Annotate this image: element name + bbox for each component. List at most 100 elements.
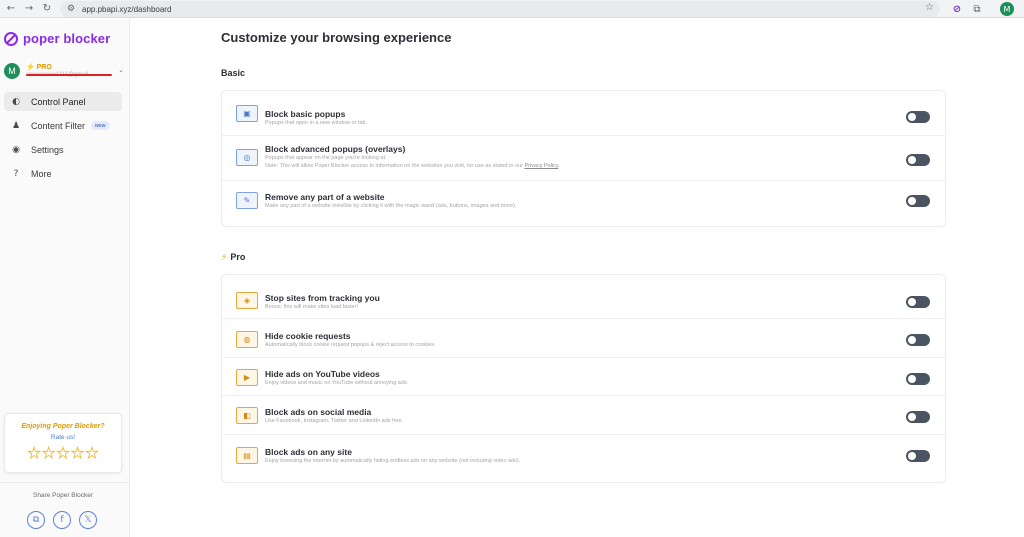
url-text[interactable]: app.pbapi.xyz/dashboard — [82, 5, 171, 14]
email-redaction-mark — [26, 74, 112, 76]
sidebar-item-content-filter[interactable]: ♟ Content Filter NEW — [4, 116, 122, 135]
setting-description: Make any part of a website invisible by … — [265, 203, 517, 209]
stop-tracking-toggle[interactable] — [906, 296, 930, 308]
toggle-icon: ◐ — [12, 96, 20, 107]
hide-youtube-ads-toggle[interactable] — [906, 373, 930, 385]
sidebar-menu: ◐ Control Panel ♟ Content Filter NEW ◉ S… — [4, 92, 122, 188]
extensions-puzzle-icon[interactable]: ⧉ — [970, 2, 984, 16]
setting-row-advanced-popups: ◎ Block advanced popups (overlays) Popup… — [222, 136, 945, 181]
rate-card-title: Enjoying Poper Blocker? — [21, 423, 105, 430]
popup-window-icon: ▣ — [236, 105, 258, 122]
note-suffix: . — [558, 163, 560, 169]
setting-row-tracking: ◈ Stop sites from tracking you Bonus: th… — [222, 275, 945, 319]
divider — [0, 482, 129, 483]
chevron-down-icon[interactable]: ⌄ — [118, 66, 124, 74]
star-icon[interactable]: ★ — [27, 445, 41, 462]
setting-description: Popups that open in a new window or tab. — [265, 120, 368, 126]
setting-description: Bonus: this will make sites load faster! — [265, 304, 358, 310]
basic-settings-card: ▣ Block basic popups Popups that open in… — [221, 90, 946, 227]
star-icon[interactable]: ★ — [41, 445, 55, 462]
sidebar-item-label: Settings — [31, 144, 64, 155]
block-ads-any-site-toggle[interactable] — [906, 450, 930, 462]
setting-title: Stop sites from tracking you — [265, 293, 380, 303]
section-heading-basic: Basic — [221, 68, 246, 78]
forward-arrow-icon[interactable]: → — [20, 0, 38, 18]
copy-link-icon[interactable]: ⧉ — [27, 511, 45, 529]
browser-ads-icon: ▤ — [236, 447, 258, 464]
plan-badge: ⚡ PRO — [26, 64, 52, 71]
address-bar[interactable]: ⚙ app.pbapi.xyz/dashboard ☆ — [60, 1, 940, 17]
setting-title: Block advanced popups (overlays) — [265, 144, 406, 154]
account-switcher[interactable]: M ⚡ PRO xxxxxxxxxx1111@gmail ⌄ — [4, 63, 124, 81]
setting-row-youtube: ▶ Hide ads on YouTube videos Enjoy video… — [222, 358, 945, 396]
share-buttons: ⧉ f 𝕏 — [27, 511, 105, 529]
share-label: Share Poper Blocker — [33, 492, 93, 499]
star-icon[interactable]: ★ — [56, 445, 70, 462]
block-basic-popups-toggle[interactable] — [906, 111, 930, 123]
block-social-ads-toggle[interactable] — [906, 411, 930, 423]
setting-title: Block ads on any site — [265, 447, 352, 457]
sidebar-item-control-panel[interactable]: ◐ Control Panel — [4, 92, 122, 111]
sidebar: poper blocker M ⚡ PRO xxxxxxxxxx1111@gma… — [0, 19, 130, 537]
setting-row-basic-popups: ▣ Block basic popups Popups that open in… — [222, 91, 945, 136]
section-heading-pro: ⚡ Pro — [221, 252, 245, 263]
setting-title: Hide ads on YouTube videos — [265, 369, 380, 379]
privacy-policy-link[interactable]: Privacy Policy — [524, 163, 558, 169]
setting-title: Block basic popups — [265, 109, 346, 119]
setting-title: Block ads on social media — [265, 407, 372, 417]
setting-description: Enjoy videos and music on YouTube withou… — [265, 380, 409, 386]
remove-part-of-website-toggle[interactable] — [906, 195, 930, 207]
setting-note: Note: This will allow Poper Blocker acce… — [265, 163, 560, 169]
setting-row-cookies: ◍ Hide cookie requests Automatically blo… — [222, 319, 945, 358]
help-circle-icon: ? — [13, 168, 19, 179]
account-avatar: M — [4, 63, 20, 79]
facebook-icon[interactable]: f — [53, 511, 71, 529]
main-content: Customize your browsing experience Basic… — [131, 19, 1024, 537]
page-title: Customize your browsing experience — [221, 30, 452, 45]
rate-us-link[interactable]: Rate us! — [5, 434, 121, 441]
poper-blocker-logo-icon — [4, 31, 18, 46]
social-media-icon: ◧ — [236, 407, 258, 424]
setting-title: Hide cookie requests — [265, 331, 351, 341]
profile-avatar[interactable]: M — [1000, 2, 1014, 16]
back-arrow-icon[interactable]: ← — [2, 0, 20, 18]
sidebar-item-label: Control Panel — [31, 96, 86, 107]
magic-wand-icon: ✎ — [236, 192, 258, 209]
block-advanced-popups-toggle[interactable] — [906, 154, 930, 166]
youtube-play-icon: ▶ — [236, 369, 258, 386]
setting-row-remove-part: ✎ Remove any part of a website Make any … — [222, 181, 945, 226]
lightning-bolt-icon: ⚡ — [221, 253, 228, 263]
setting-description: Enjoy browsing the internet by automatic… — [265, 458, 521, 464]
setting-description: Automatically block cookie request popup… — [265, 342, 436, 348]
note-text: Note: This will allow Poper Blocker acce… — [265, 163, 525, 169]
setting-row-social: ◧ Block ads on social media Use Facebook… — [222, 396, 945, 435]
setting-description: Popups that appear on the page you're lo… — [265, 155, 387, 161]
sidebar-item-settings[interactable]: ◉ Settings — [4, 140, 122, 159]
logo[interactable]: poper blocker — [4, 31, 110, 46]
sidebar-item-label: Content Filter — [31, 120, 86, 131]
star-icon[interactable]: ★ — [85, 445, 99, 462]
settings-icon: ◉ — [12, 144, 20, 155]
tracking-icon: ◈ — [236, 292, 258, 309]
rate-us-card: Enjoying Poper Blocker? Rate us! ★ ★ ★ ★… — [4, 413, 122, 473]
section-heading-label: Pro — [230, 252, 246, 262]
bookmark-star-icon[interactable]: ☆ — [925, 2, 934, 13]
new-badge: NEW — [91, 121, 110, 130]
sidebar-item-more[interactable]: ? More — [4, 164, 122, 183]
setting-description: Use Facebook, Instagram, Twitter and Lin… — [265, 418, 404, 424]
overlay-popup-icon: ◎ — [236, 149, 258, 166]
poper-blocker-extension-icon[interactable]: ⊘ — [950, 2, 964, 16]
setting-row-any-site: ▤ Block ads on any site Enjoy browsing t… — [222, 435, 945, 482]
setting-title: Remove any part of a website — [265, 192, 385, 202]
star-rating: ★ ★ ★ ★ ★ — [5, 445, 121, 462]
hide-cookie-requests-toggle[interactable] — [906, 334, 930, 346]
x-twitter-icon[interactable]: 𝕏 — [79, 511, 97, 529]
site-info-icon[interactable]: ⚙ — [64, 4, 78, 14]
star-icon[interactable]: ★ — [70, 445, 84, 462]
logo-text: poper blocker — [23, 31, 111, 46]
users-icon: ♟ — [11, 120, 21, 131]
cookie-icon: ◍ — [236, 331, 258, 348]
browser-toolbar: ← → ↻ ⚙ app.pbapi.xyz/dashboard ☆ ⊘ ⧉ M — [0, 0, 1024, 18]
reload-icon[interactable]: ↻ — [38, 0, 56, 18]
sidebar-item-label: More — [31, 168, 52, 179]
